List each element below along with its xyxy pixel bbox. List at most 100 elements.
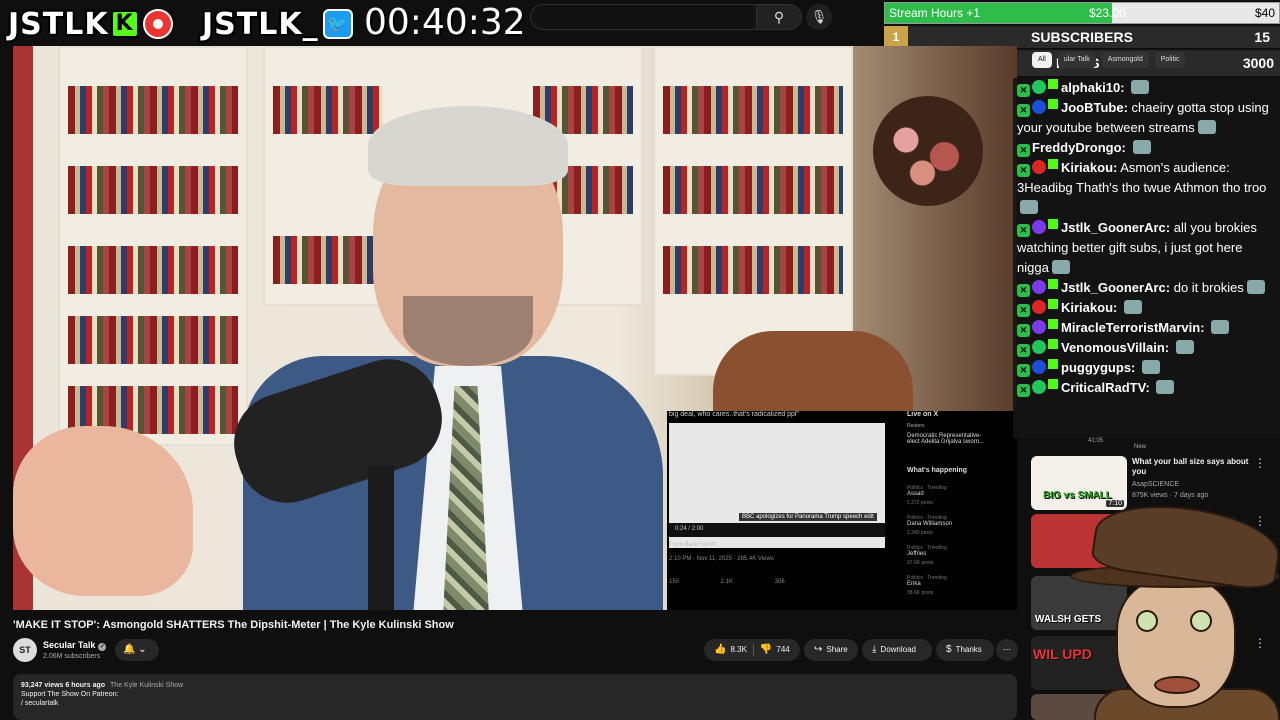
mod-badge-icon: ✕: [1017, 344, 1030, 357]
chat-username[interactable]: MiracleTerroristMarvin:: [1061, 320, 1205, 335]
embed-actions: 150 2.1K 306: [669, 579, 785, 585]
emote-icon: [1197, 120, 1216, 134]
chat-username[interactable]: Kiriakou:: [1061, 160, 1117, 175]
trend-posts: 38.6K posts: [907, 590, 934, 596]
chat-username[interactable]: VenomousVillain:: [1061, 340, 1169, 355]
download-button[interactable]: ⤓ Download: [862, 639, 932, 661]
chat-username[interactable]: puggygups:: [1061, 360, 1135, 375]
chat-username[interactable]: Kiriakou:: [1061, 300, 1117, 315]
chat-message: ✕ MiracleTerroristMarvin:: [1013, 318, 1280, 338]
embed-inner-title: BBC apologizes for Panorama Trump speech…: [739, 513, 877, 521]
dislike-count: 744: [776, 645, 790, 654]
mouth: [1154, 676, 1200, 694]
hair: [368, 106, 568, 186]
like-button[interactable]: 👍 8.3K: [714, 644, 747, 655]
chat-username[interactable]: JooBTube:: [1061, 100, 1128, 115]
filter-chip[interactable]: Politic: [1154, 52, 1186, 68]
filter-chip[interactable]: ular Talk: [1057, 52, 1096, 68]
description-meta: 93,247 views 6 hours ago The Kyle Kulins…: [21, 682, 1009, 689]
live-label: Live on X: [907, 411, 939, 418]
more-options-icon[interactable]: ⋮: [1254, 456, 1266, 470]
host-hand: [13, 426, 193, 596]
channel-avatar[interactable]: ST: [13, 638, 37, 662]
chat-username[interactable]: FreddyDrongo:: [1032, 140, 1126, 155]
chat-message: ✕ FreddyDrongo:: [1013, 138, 1280, 158]
user-badge-icon: [1032, 160, 1046, 174]
user-badge-icon: [1032, 100, 1046, 114]
chip-all[interactable]: All: [1032, 52, 1052, 68]
notification-bell-button[interactable]: 🔔 ⌄: [115, 639, 159, 661]
chat-message: ✕ puggygups:: [1013, 358, 1280, 378]
share-icon: ↪: [814, 644, 823, 655]
sub-badge-icon: [1048, 279, 1058, 289]
goal-target: $40: [1254, 6, 1275, 20]
user-badge-icon: [1032, 220, 1046, 234]
search-icon: ⚲: [773, 9, 785, 25]
books: [663, 246, 843, 294]
chat-message: ✕ JooBTube: chaeiry gotta stop using your…: [1013, 98, 1280, 138]
chat-username[interactable]: CriticalRadTV:: [1061, 380, 1150, 395]
user-badge-icon: [1032, 320, 1046, 334]
embed-caption: big deal, who cares..that's radicalized …: [669, 411, 799, 418]
video-title: 'MAKE IT STOP': Asmongold SHATTERS The D…: [13, 619, 454, 631]
description-box[interactable]: 93,247 views 6 hours ago The Kyle Kulins…: [13, 674, 1017, 720]
channel-name-text: Secular Talk: [43, 640, 96, 650]
search-input[interactable]: [530, 4, 756, 30]
thanks-button[interactable]: $ Thanks: [936, 639, 994, 661]
description-line: Support The Show On Patreon:: [21, 691, 119, 698]
twitter-icon: 🐦: [322, 9, 353, 39]
emote-icon: [1123, 300, 1142, 314]
like-dislike-group: 👍 8.3K 👎 744: [704, 639, 800, 661]
record-icon: [142, 9, 173, 39]
dislike-button[interactable]: 👎 744: [759, 644, 790, 655]
emote-icon: [1051, 260, 1070, 274]
kick-icon: K: [110, 10, 139, 38]
embed-time: 0:24 / 2:00: [675, 526, 704, 532]
recommended-channel[interactable]: AsapSCIENCE: [1132, 481, 1179, 488]
filter-chip[interactable]: Asmongold: [1101, 52, 1149, 68]
search-button[interactable]: ⚲: [756, 4, 802, 30]
emote-icon: [1156, 380, 1175, 394]
chat-message: ✕ alphaki10:: [1013, 78, 1280, 98]
chat-username[interactable]: Jstlk_GoonerArc:: [1061, 280, 1170, 295]
news-headline: Democratic Representative-elect Adelita …: [907, 433, 985, 445]
subscriber-count: 2.06M subscribers: [43, 653, 101, 660]
thumbs-down-icon: 👎: [759, 644, 773, 655]
user-badge-icon: [1032, 380, 1046, 394]
voice-search-button[interactable]: 🎙: [806, 4, 832, 30]
mod-badge-icon: ✕: [1017, 284, 1030, 297]
goal-current: $23.00: [1089, 6, 1126, 20]
thumbs-up-icon: 👍: [714, 644, 727, 655]
patreon-link[interactable]: / seculartalk: [21, 700, 1009, 707]
trend-posts: 5,372 posts: [907, 500, 933, 506]
like-count: 8.3K: [730, 645, 747, 654]
microphone-stand: [368, 466, 394, 610]
chat-username[interactable]: alphaki10:: [1061, 80, 1125, 95]
live-chat: ✕ alphaki10: ✕ JooBTube: chaeiry gotta sto…: [1013, 78, 1280, 438]
verified-icon: ✓: [98, 643, 107, 651]
eye: [1190, 610, 1212, 632]
download-icon: ⤓: [872, 644, 877, 655]
recommended-title[interactable]: What your ball size says about you: [1132, 457, 1256, 477]
new-badge: New: [1134, 444, 1147, 450]
share-button[interactable]: ↪ Share: [804, 639, 858, 661]
channel-name[interactable]: Secular Talk ✓: [43, 640, 107, 651]
user-badge-icon: [1032, 360, 1046, 374]
sub-badge-icon: [1048, 99, 1058, 109]
trend-name: Jeffries: [907, 551, 927, 557]
mod-badge-icon: ✕: [1017, 224, 1030, 237]
more-actions-button[interactable]: ⋯: [996, 639, 1018, 661]
sub-badge-icon: [1048, 319, 1058, 329]
chat-username[interactable]: Jstlk_GoonerArc:: [1061, 220, 1170, 235]
chat-message: ✕ VenomousVillain:: [1013, 338, 1280, 358]
books: [663, 166, 843, 214]
logo-text: JSTLK_: [202, 6, 319, 42]
description-tag[interactable]: The Kyle Kulinski Show: [110, 682, 183, 689]
news-source: Reuters: [907, 423, 925, 429]
more-icon: ⋯: [1003, 645, 1011, 654]
chat-message: ✕ Kiriakou: Asmon's audience: 3Headibg Th…: [1013, 158, 1280, 218]
sub-badge-icon: [1048, 359, 1058, 369]
sub-badge-icon: [1048, 79, 1058, 89]
video-player[interactable]: big deal, who cares..that's radicalized …: [13, 46, 1017, 610]
trend-name: Dana Williamson: [907, 521, 953, 527]
